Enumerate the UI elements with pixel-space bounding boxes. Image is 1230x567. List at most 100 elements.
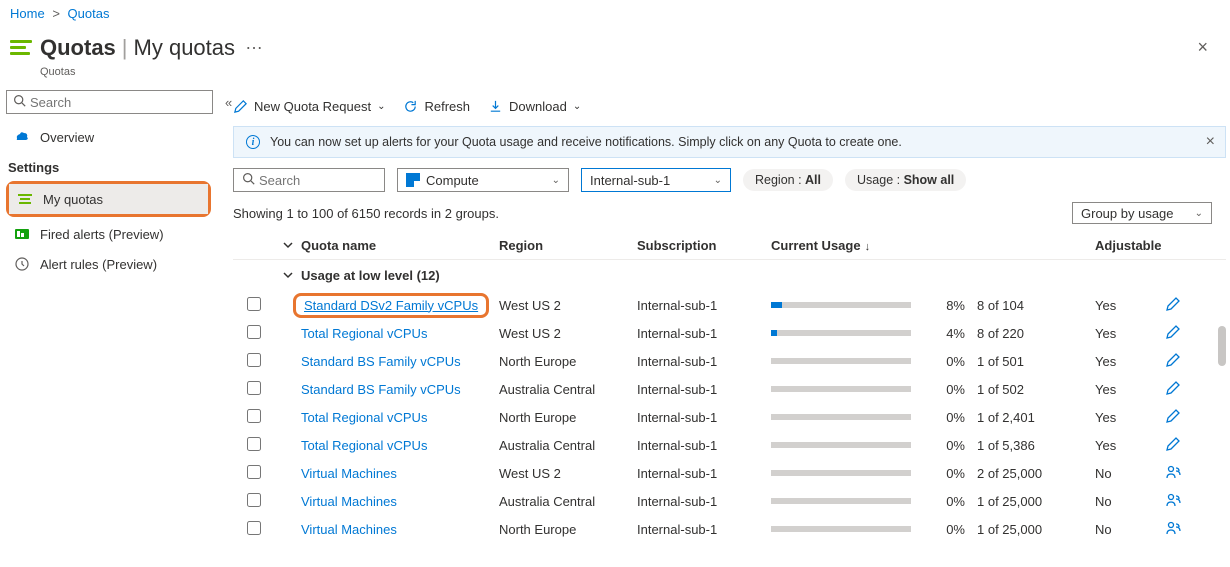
subscription-dropdown[interactable]: Internal-sub-1 ⌄: [581, 168, 731, 192]
table-row: Standard DSv2 Family vCPUsWest US 2Inter…: [233, 291, 1226, 319]
vertical-scrollbar[interactable]: [1218, 326, 1228, 543]
adjustable-cell: Yes: [1095, 410, 1165, 425]
highlight-my-quotas: My quotas: [6, 181, 211, 217]
edit-icon[interactable]: [1165, 356, 1181, 371]
edit-icon[interactable]: [1165, 440, 1181, 455]
download-button[interactable]: Download ⌄: [488, 99, 581, 114]
compute-icon: [406, 173, 420, 187]
new-quota-request-button[interactable]: New Quota Request ⌄: [233, 99, 385, 114]
adjustable-cell: No: [1095, 466, 1165, 481]
filter-search[interactable]: [233, 168, 385, 192]
region-filter-pill[interactable]: Region : All: [743, 169, 833, 191]
quota-name-link[interactable]: Total Regional vCPUs: [301, 438, 427, 453]
quota-name-link[interactable]: Standard BS Family vCPUs: [301, 354, 461, 369]
col-header-adjustable[interactable]: Adjustable: [1095, 238, 1165, 253]
breadcrumb-quotas[interactable]: Quotas: [68, 6, 110, 21]
row-checkbox[interactable]: [247, 409, 261, 423]
provider-dropdown[interactable]: Compute ⌄: [397, 168, 569, 192]
filter-search-input[interactable]: [259, 173, 376, 188]
region-cell: Australia Central: [499, 494, 637, 509]
sort-down-icon: ↓: [865, 241, 871, 253]
quota-name-link[interactable]: Virtual Machines: [301, 522, 397, 537]
row-checkbox[interactable]: [247, 325, 261, 339]
records-count-text: Showing 1 to 100 of 6150 records in 2 gr…: [233, 206, 499, 221]
sidebar-item-label: Fired alerts (Preview): [40, 227, 164, 242]
usage-bar: [771, 526, 911, 532]
quota-name-link[interactable]: Virtual Machines: [301, 466, 397, 481]
close-button[interactable]: ×: [1185, 31, 1220, 64]
usage-text: 1 of 25,000: [977, 522, 1095, 537]
row-checkbox[interactable]: [247, 297, 261, 311]
sidebar: « Overview Settings My quotas Fired: [0, 86, 215, 543]
edit-icon[interactable]: [1165, 384, 1181, 399]
col-header-subscription[interactable]: Subscription: [637, 238, 771, 253]
quota-name-link[interactable]: Standard DSv2 Family vCPUs: [304, 298, 478, 313]
group-by-dropdown[interactable]: Group by usage ⌄: [1072, 202, 1212, 224]
refresh-button[interactable]: Refresh: [403, 99, 470, 114]
usage-percent: 0%: [927, 410, 965, 425]
page-header: Quotas | My quotas … ×: [0, 27, 1230, 66]
sidebar-item-overview[interactable]: Overview: [6, 122, 215, 152]
sidebar-item-my-quotas[interactable]: My quotas: [9, 184, 208, 214]
quota-name-link[interactable]: Total Regional vCPUs: [301, 326, 427, 341]
adjustable-cell: No: [1095, 522, 1165, 537]
col-header-region[interactable]: Region: [499, 238, 637, 253]
usage-bar: [771, 330, 911, 336]
region-value: All: [805, 173, 821, 187]
usage-percent: 0%: [927, 466, 965, 481]
row-checkbox[interactable]: [247, 521, 261, 535]
usage-text: 2 of 25,000: [977, 466, 1095, 481]
dismiss-banner-button[interactable]: ×: [1206, 133, 1215, 151]
quotas-icon: [10, 37, 32, 59]
subscription-cell: Internal-sub-1: [637, 438, 771, 453]
region-cell: West US 2: [499, 466, 637, 481]
usage-text: 8 of 220: [977, 326, 1095, 341]
table-row: Total Regional vCPUsNorth EuropeInternal…: [233, 403, 1226, 431]
usage-text: 1 of 502: [977, 382, 1095, 397]
usage-filter-pill[interactable]: Usage : Show all: [845, 169, 966, 191]
col-header-name[interactable]: Quota name: [301, 238, 499, 253]
row-checkbox[interactable]: [247, 353, 261, 367]
edit-icon[interactable]: [1165, 300, 1181, 315]
quota-name-link[interactable]: Standard BS Family vCPUs: [301, 382, 461, 397]
info-banner-text: You can now set up alerts for your Quota…: [270, 135, 902, 149]
usage-text: 8 of 104: [977, 298, 1095, 313]
expand-all-toggle[interactable]: [275, 238, 301, 253]
group-header-row[interactable]: Usage at low level (12): [233, 260, 1226, 291]
subscription-value: Internal-sub-1: [590, 173, 670, 188]
col-header-usage[interactable]: Current Usage↓: [771, 238, 927, 253]
subscription-cell: Internal-sub-1: [637, 494, 771, 509]
row-checkbox[interactable]: [247, 493, 261, 507]
usage-label: Usage :: [857, 173, 904, 187]
sidebar-search[interactable]: [6, 90, 213, 114]
quota-name-link[interactable]: Total Regional vCPUs: [301, 410, 427, 425]
edit-icon[interactable]: [1165, 412, 1181, 427]
subscription-cell: Internal-sub-1: [637, 522, 771, 537]
row-checkbox[interactable]: [247, 437, 261, 451]
usage-text: 1 of 5,386: [977, 438, 1095, 453]
search-icon: [13, 94, 26, 110]
alert-rules-icon: [14, 256, 30, 272]
chevron-down-icon: ⌄: [573, 101, 581, 112]
sidebar-item-label: Alert rules (Preview): [40, 257, 157, 272]
adjustable-cell: Yes: [1095, 298, 1165, 313]
region-cell: Australia Central: [499, 382, 637, 397]
row-checkbox[interactable]: [247, 465, 261, 479]
table-row: Total Regional vCPUsWest US 2Internal-su…: [233, 319, 1226, 347]
sidebar-item-fired-alerts[interactable]: Fired alerts (Preview): [6, 219, 215, 249]
chevron-down-icon: ⌄: [552, 175, 560, 186]
sidebar-item-alert-rules[interactable]: Alert rules (Preview): [6, 249, 215, 279]
quota-name-link[interactable]: Virtual Machines: [301, 494, 397, 509]
edit-icon[interactable]: [1165, 328, 1181, 343]
support-person-icon[interactable]: [1165, 496, 1181, 511]
adjustable-cell: Yes: [1095, 326, 1165, 341]
row-checkbox[interactable]: [247, 381, 261, 395]
group-by-value: Group by usage: [1081, 206, 1174, 221]
support-person-icon[interactable]: [1165, 524, 1181, 539]
usage-text: 1 of 501: [977, 354, 1095, 369]
support-person-icon[interactable]: [1165, 468, 1181, 483]
breadcrumb-home[interactable]: Home: [10, 6, 45, 21]
more-button[interactable]: …: [245, 33, 263, 54]
sidebar-search-input[interactable]: [30, 95, 206, 110]
usage-percent: 0%: [927, 438, 965, 453]
